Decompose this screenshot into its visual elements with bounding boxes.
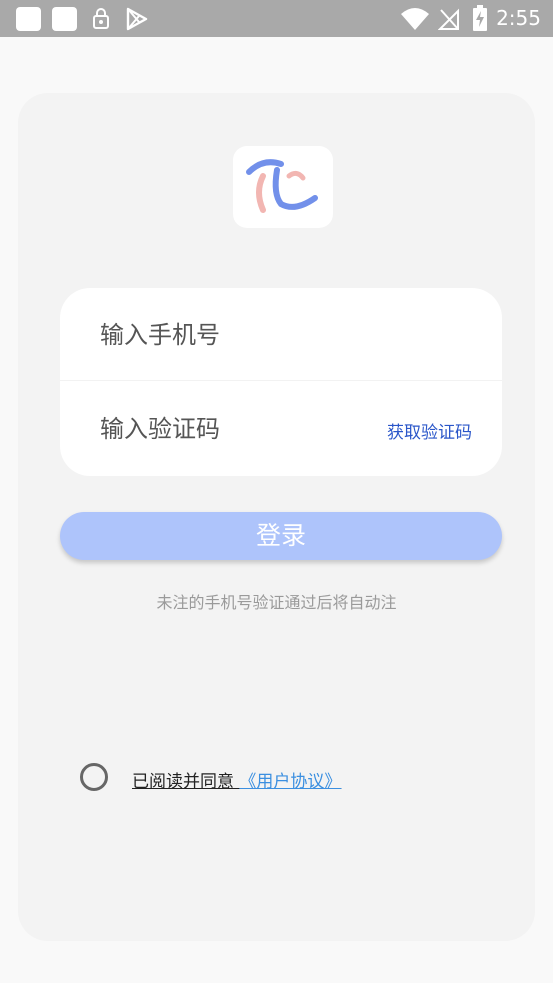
get-code-button[interactable]: 获取验证码 <box>387 418 472 443</box>
login-form: 获取验证码 <box>60 288 502 476</box>
lock-icon <box>93 8 109 29</box>
login-button[interactable]: 登录 <box>60 512 502 560</box>
play-store-icon <box>126 7 148 31</box>
phone-input[interactable] <box>100 312 360 358</box>
agreement-text: 已阅读并同意 《用户协议》 <box>132 767 341 792</box>
app-logo <box>233 146 333 228</box>
notification-square-icon <box>52 7 77 31</box>
no-signal-icon <box>438 8 459 30</box>
agreement-radio[interactable] <box>80 763 108 791</box>
status-time: 2:55 <box>496 6 541 30</box>
verification-code-input[interactable] <box>100 406 360 452</box>
login-card: 获取验证码 登录 未注的手机号验证通过后将自动注 已阅读并同意 《用户协议》 <box>18 93 535 941</box>
code-row: 获取验证码 <box>60 382 502 475</box>
auto-register-hint: 未注的手机号验证通过后将自动注 <box>156 593 397 612</box>
app-logo-icon <box>246 159 318 213</box>
user-agreement-link[interactable]: 《用户协议》 <box>239 772 341 792</box>
wifi-icon <box>401 8 429 30</box>
battery-charging-icon <box>473 5 487 31</box>
notification-square-icon <box>16 7 41 31</box>
status-bar: 2:55 <box>0 0 553 37</box>
phone-row <box>60 288 502 381</box>
agreement-prefix: 已阅读并同意 <box>132 772 234 792</box>
